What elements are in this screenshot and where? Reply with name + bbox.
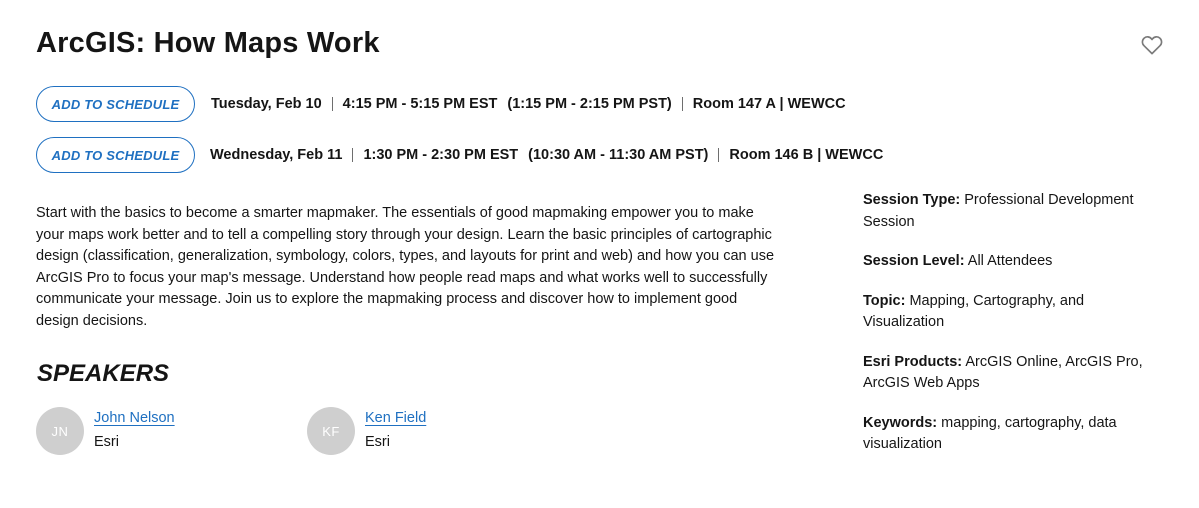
speaker-name-link[interactable]: Ken Field: [365, 407, 426, 429]
session-meta-sidebar: Session Type: Professional Development S…: [863, 190, 1163, 474]
schedule-time-est: 1:30 PM - 2:30 PM EST: [363, 147, 519, 163]
schedule-time-pst: (1:15 PM - 2:15 PM PST): [507, 96, 672, 112]
divider: [681, 97, 683, 111]
divider: [718, 148, 720, 162]
schedule-row: ADD TO SCHEDULE Tuesday, Feb 10 4:15 PM …: [36, 86, 846, 122]
speaker-org: Esri: [94, 434, 119, 450]
divider: [352, 148, 354, 162]
speaker-card: KF Ken Field Esri: [307, 407, 426, 455]
schedule-time-pst: (10:30 AM - 11:30 AM PST): [528, 147, 709, 163]
session-title: ArcGIS: How Maps Work: [36, 27, 380, 59]
speaker-card: JN John Nelson Esri: [36, 407, 175, 455]
speaker-name-link[interactable]: John Nelson: [94, 407, 175, 429]
avatar: JN: [36, 407, 84, 455]
schedule-row: ADD TO SCHEDULE Wednesday, Feb 11 1:30 P…: [36, 137, 883, 173]
meta-keywords: Keywords: mapping, cartography, data vis…: [863, 414, 1117, 453]
heart-outline-icon[interactable]: [1141, 35, 1163, 55]
schedule-time-est: 4:15 PM - 5:15 PM EST: [342, 96, 498, 112]
session-detail-page: ArcGIS: How Maps Work ADD TO SCHEDULE Tu…: [0, 0, 1199, 508]
session-description: Start with the basics to become a smarte…: [36, 205, 775, 329]
speakers-heading: SPEAKERS: [37, 360, 170, 387]
meta-session-type: Session Type: Professional Development S…: [863, 192, 1134, 230]
avatar: KF: [307, 407, 355, 455]
meta-session-level: Session Level: All Attendees: [863, 253, 1053, 269]
schedule-date: Tuesday, Feb 10: [211, 96, 322, 112]
schedule-info: Tuesday, Feb 10 4:15 PM - 5:15 PM EST (1…: [211, 96, 846, 112]
schedule-location: Room 146 B | WEWCC: [729, 147, 884, 163]
divider: [331, 97, 333, 111]
speaker-org: Esri: [365, 434, 390, 450]
schedule-location: Room 147 A | WEWCC: [692, 96, 846, 112]
schedule-info: Wednesday, Feb 11 1:30 PM - 2:30 PM EST …: [210, 147, 883, 163]
add-to-schedule-button[interactable]: ADD TO SCHEDULE: [36, 86, 195, 122]
add-to-schedule-button[interactable]: ADD TO SCHEDULE: [36, 137, 195, 173]
schedule-date: Wednesday, Feb 11: [210, 147, 343, 163]
meta-topic: Topic: Mapping, Cartography, and Visuali…: [863, 292, 1085, 331]
meta-esri-products: Esri Products: ArcGIS Online, ArcGIS Pro…: [863, 353, 1143, 392]
